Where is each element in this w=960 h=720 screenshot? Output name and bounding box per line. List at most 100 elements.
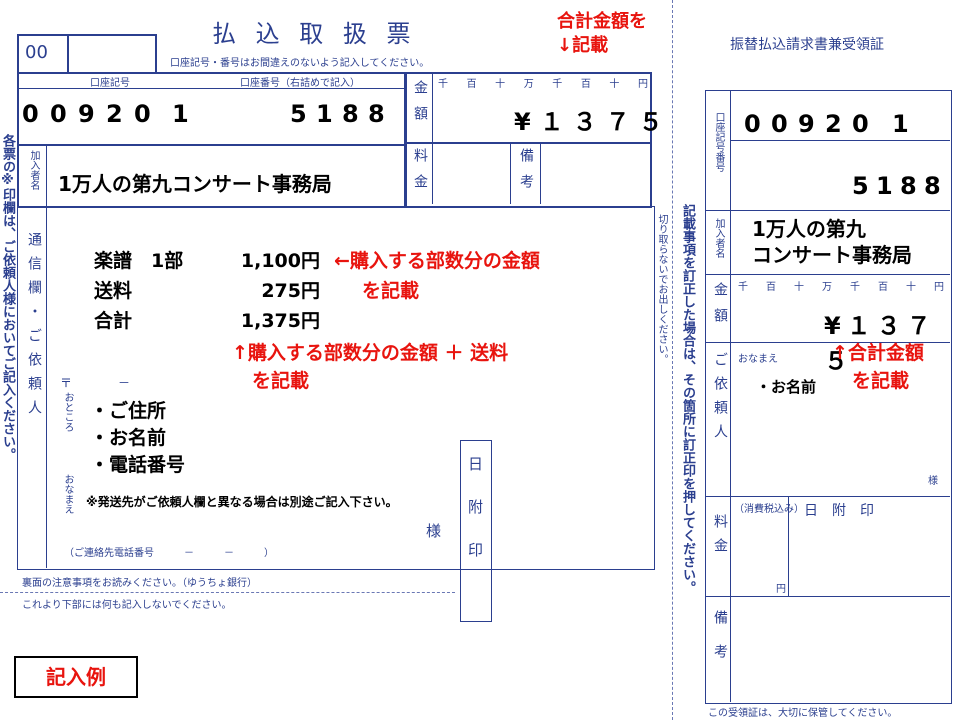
- receipt-date-stamp: 日 附 印: [804, 503, 874, 519]
- date-stamp-label: 日附印: [466, 456, 484, 585]
- remarks-label: 備考: [518, 148, 534, 200]
- receipt-name-value: ・お名前: [756, 378, 817, 396]
- unit-label: 万: [523, 79, 534, 90]
- annotation-top-total: 合計金額を ↓記載: [557, 11, 647, 56]
- receipt-row-divider: [705, 596, 950, 597]
- unit-label: 百: [878, 282, 888, 293]
- account-digit: 1: [316, 100, 333, 128]
- items-list: 楽譜 1部 1,100円 送料 275円 合計 1,375円: [94, 246, 320, 336]
- required-fields: ・ご住所 ・お名前 ・電話番号: [90, 398, 185, 479]
- receipt-yen: 円: [776, 584, 786, 595]
- account-digit: 9: [798, 110, 815, 138]
- account-digit: 8: [342, 100, 359, 128]
- account-digit: 8: [900, 172, 917, 200]
- account-digit: 9: [78, 100, 95, 128]
- account-symbol-label: 口座記号: [90, 78, 130, 89]
- list-item: 合計 1,375円: [94, 310, 320, 332]
- receipt-fee-divider: [788, 496, 789, 596]
- receipt-subscriber-line: コンサート事務局: [752, 243, 912, 267]
- receipt-row-divider: [730, 140, 950, 141]
- receipt-subscriber-line: 1万人の第九: [752, 217, 866, 241]
- receipt-row-divider: [705, 210, 950, 211]
- sama-label: 様: [426, 522, 442, 540]
- account-digit: 0: [771, 110, 788, 138]
- unit-label: 円: [637, 79, 648, 90]
- unit-label: 千: [438, 79, 448, 90]
- annotation-per-copy: ←購入する部数分の金額: [334, 250, 540, 272]
- account-digit: 0: [22, 100, 39, 128]
- message-label-col: [46, 206, 47, 568]
- code-box-value: 00: [25, 42, 48, 63]
- unit-label: 百: [466, 79, 477, 90]
- footer-dash: [0, 592, 455, 593]
- unit-label: 万: [822, 282, 832, 293]
- subscriber-label: 加入者名: [28, 150, 39, 190]
- annotation-receipt-total-2: を記載: [852, 370, 910, 392]
- remarks-col: [510, 142, 511, 204]
- fee-label: 料金: [412, 148, 428, 200]
- center-note: 切り取らないでお出しください。: [656, 214, 667, 364]
- receipt-name-label: おなまえ: [738, 354, 778, 365]
- amount-label: 金額: [412, 80, 428, 132]
- unit-label: 百: [580, 79, 591, 90]
- account-digit: 2: [106, 100, 123, 128]
- receipt-remarks-label: 備考: [712, 610, 728, 678]
- unit-label: 十: [794, 282, 804, 293]
- code-box-divider: [67, 36, 69, 72]
- subscriber-name: 1万人の第九コンサート事務局: [58, 172, 332, 196]
- unit-label: 円: [934, 282, 944, 293]
- postal-mark: 〒: [60, 376, 73, 390]
- receipt-account-label: 口座記号番号: [713, 112, 724, 172]
- receipt-fee-label: 料金: [712, 514, 728, 562]
- annotation-per-copy-2: を記載: [362, 280, 420, 302]
- name-label: おなまえ: [62, 474, 73, 514]
- account-digit: 1: [876, 172, 893, 200]
- list-item: ・お名前: [90, 427, 167, 449]
- receipt-label-col: [730, 90, 731, 702]
- unit-label: 百: [766, 282, 776, 293]
- annotation-receipt-total: ↑合計金額: [832, 342, 924, 364]
- receipt-subscriber-label: 加入者名: [713, 218, 724, 258]
- receipt-amount-units: 千 百 十 万 千 百 十 円: [738, 278, 944, 293]
- unit-label: 千: [850, 282, 860, 293]
- tear-line: [672, 0, 673, 720]
- receipt-row-divider: [705, 274, 950, 275]
- account-digit: 0: [852, 110, 869, 138]
- code-box: 00: [17, 34, 157, 74]
- remarks-col-2: [540, 142, 541, 204]
- shipping-note: ※発送先がご依頼人欄と異なる場合は別途ご記入下さい。: [86, 495, 398, 509]
- left-side-note: 各票の※印欄は、ご依頼人様においてご記入ください。: [0, 134, 15, 461]
- account-digit: 0: [744, 110, 761, 138]
- account-digit: 1: [892, 110, 909, 138]
- unit-label: 千: [552, 79, 563, 90]
- example-badge-label: 記入例: [46, 665, 106, 689]
- account-digit: 1: [172, 100, 189, 128]
- example-badge: 記入例: [14, 656, 138, 698]
- receipt-footer: この受領証は、大切に保管してください。: [708, 708, 898, 719]
- footer-no-write: これより下部には何も記入しないでください。: [22, 600, 232, 611]
- subscriber-label-col: [46, 144, 47, 206]
- receipt-subscriber-name: 1万人の第九 コンサート事務局: [752, 216, 912, 268]
- list-item: ・ご住所: [90, 400, 167, 422]
- correction-note: 記載事項を訂正した場合は、その箇所に訂正印を押してください。: [680, 204, 695, 594]
- annotation-plus-shipping-2: を記載: [252, 370, 310, 392]
- account-digit: 8: [924, 172, 941, 200]
- receipt-amount-label: 金額: [712, 282, 728, 334]
- account-digit: 0: [134, 100, 151, 128]
- receipt-requester-label: ご依頼人: [712, 352, 728, 448]
- account-digit: 0: [50, 100, 67, 128]
- account-digit: 5: [852, 172, 869, 200]
- amount-divider: [404, 142, 650, 144]
- receipt-title: 振替払込請求書兼受領証: [730, 37, 884, 53]
- account-instruction: 口座記号・番号はお間違えのないよう記入してください。: [170, 58, 430, 69]
- unit-label: 十: [906, 282, 916, 293]
- list-item: 送料 275円: [94, 280, 320, 302]
- account-label-divider: [17, 88, 405, 89]
- account-digit: 2: [825, 110, 842, 138]
- form-title: 払 込 取 扱 票: [212, 20, 417, 48]
- address-label: おところ: [62, 392, 73, 432]
- receipt-tax-label: （消費税込み）: [734, 504, 804, 515]
- postal-dash: －: [118, 376, 131, 390]
- unit-label: 千: [738, 282, 748, 293]
- amount-value: ¥１３７５: [514, 108, 672, 136]
